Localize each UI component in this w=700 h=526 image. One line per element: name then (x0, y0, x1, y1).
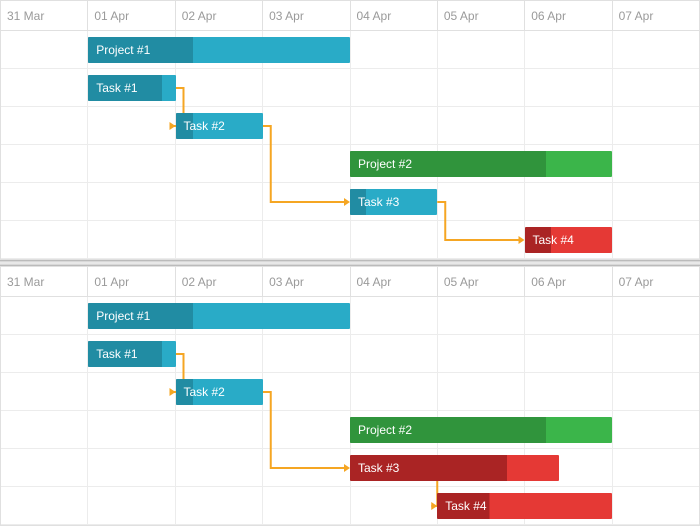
date-header: 31 Mar01 Apr02 Apr03 Apr04 Apr05 Apr06 A… (1, 267, 699, 297)
gantt-panel: 31 Mar01 Apr02 Apr03 Apr04 Apr05 Apr06 A… (0, 0, 700, 260)
date-header: 31 Mar01 Apr02 Apr03 Apr04 Apr05 Apr06 A… (1, 1, 699, 31)
date-header-cell: 04 Apr (351, 1, 438, 30)
gantt-bar[interactable]: Task #3 (350, 189, 437, 215)
gantt-bar-label: Task #2 (184, 385, 225, 399)
gantt-bar-label: Task #1 (96, 347, 137, 361)
gantt-bar[interactable]: Task #2 (176, 379, 263, 405)
date-header-cell: 03 Apr (263, 267, 350, 296)
gantt-bar[interactable]: Task #3 (350, 455, 559, 481)
date-header-cell: 05 Apr (438, 267, 525, 296)
gantt-grid: Project #1 Task #1 Task #2 Project #2 Task #… (1, 297, 699, 525)
date-header-cell: 31 Mar (1, 1, 88, 30)
date-header-cell: 06 Apr (525, 1, 612, 30)
date-header-cell: 01 Apr (88, 267, 175, 296)
date-header-cell: 03 Apr (263, 1, 350, 30)
date-header-cell: 05 Apr (438, 1, 525, 30)
date-header-cell: 01 Apr (88, 1, 175, 30)
gantt-bar[interactable]: Project #2 (350, 417, 612, 443)
date-header-cell: 07 Apr (613, 1, 699, 30)
gantt-bar[interactable]: Task #4 (525, 227, 612, 253)
gantt-bar-label: Project #2 (358, 423, 412, 437)
gantt-bar-label: Task #3 (358, 195, 399, 209)
gantt-bar[interactable]: Task #1 (88, 75, 175, 101)
gantt-bar[interactable]: Task #2 (176, 113, 263, 139)
gantt-bar-label: Task #4 (533, 233, 574, 247)
gantt-bar-label: Project #1 (96, 309, 150, 323)
gantt-bar-label: Project #2 (358, 157, 412, 171)
gantt-bar[interactable]: Task #4 (437, 493, 612, 519)
gantt-bar[interactable]: Project #1 (88, 37, 350, 63)
gantt-bar-label: Task #2 (184, 119, 225, 133)
gantt-bar-label: Task #4 (445, 499, 486, 513)
gantt-grid: Project #1 Task #1 Task #2 Project #2 Task #… (1, 31, 699, 259)
gantt-panel: 31 Mar01 Apr02 Apr03 Apr04 Apr05 Apr06 A… (0, 266, 700, 526)
gantt-bar[interactable]: Project #1 (88, 303, 350, 329)
date-header-cell: 07 Apr (613, 267, 699, 296)
gantt-bar-label: Task #3 (358, 461, 399, 475)
gantt-row (1, 107, 699, 145)
gantt-bar[interactable]: Project #2 (350, 151, 612, 177)
gantt-bar-label: Project #1 (96, 43, 150, 57)
date-header-cell: 02 Apr (176, 1, 263, 30)
date-header-cell: 06 Apr (525, 267, 612, 296)
date-header-cell: 31 Mar (1, 267, 88, 296)
date-header-cell: 02 Apr (176, 267, 263, 296)
date-header-cell: 04 Apr (351, 267, 438, 296)
gantt-bar-label: Task #1 (96, 81, 137, 95)
gantt-row (1, 373, 699, 411)
gantt-bar[interactable]: Task #1 (88, 341, 175, 367)
